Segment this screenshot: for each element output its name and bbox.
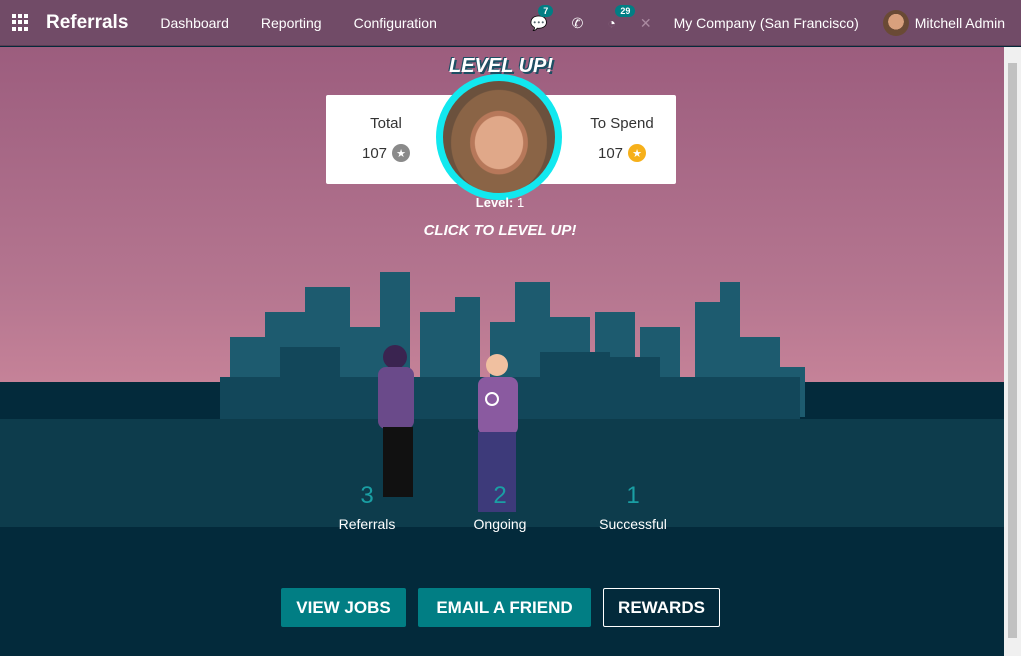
stat-successful: 1 Successful: [573, 482, 693, 532]
phone-icon[interactable]: ✆: [572, 15, 584, 32]
hooded-character: [378, 345, 414, 497]
to-spend-label: To Spend: [590, 115, 654, 132]
stat-label: Ongoing: [473, 516, 527, 532]
messages-badge: 7: [538, 4, 554, 17]
total-label: Total: [370, 115, 402, 132]
level-value: 1: [516, 195, 525, 210]
star-gold-icon: ★: [628, 144, 647, 162]
star-grey-icon: ★: [392, 144, 411, 162]
stat-value: 1: [626, 482, 640, 509]
employee-avatar[interactable]: [436, 74, 562, 200]
total-value: 107: [361, 144, 388, 162]
level-up-banner[interactable]: LEVEL UP!: [446, 55, 556, 78]
stat-value: 3: [360, 482, 374, 509]
stat-value: 2: [493, 482, 507, 509]
activities-badge: 29: [615, 5, 636, 17]
to-spend-value: 107: [597, 144, 624, 162]
app-title[interactable]: Referrals: [46, 12, 128, 34]
company-switcher[interactable]: My Company (San Francisco): [674, 15, 859, 31]
user-avatar[interactable]: [882, 10, 909, 36]
click-to-level-up[interactable]: CLICK TO LEVEL UP!: [400, 222, 600, 239]
debug-tools-icon[interactable]: ✕: [640, 15, 652, 32]
level-label: Level:: [475, 195, 514, 210]
menu-reporting[interactable]: Reporting: [245, 15, 338, 31]
rewards-button[interactable]: REWARDS: [603, 588, 720, 627]
menu-configuration[interactable]: Configuration: [338, 15, 453, 31]
user-menu[interactable]: Mitchell Admin: [915, 15, 1005, 31]
email-friend-button[interactable]: EMAIL A FRIEND: [418, 588, 591, 627]
level-indicator: Level: 1: [440, 195, 560, 210]
stat-label: Successful: [599, 516, 667, 532]
messages-icon[interactable]: 💬 7: [530, 4, 554, 32]
top-navbar: Referrals Dashboard Reporting Configurat…: [0, 0, 1021, 46]
to-spend-points: To Spend 107 ★: [562, 115, 682, 162]
view-jobs-button[interactable]: VIEW JOBS: [281, 588, 406, 627]
activities-icon[interactable]: ◔ 29: [607, 5, 636, 31]
vertical-scrollbar[interactable]: [1004, 47, 1021, 656]
menu-dashboard[interactable]: Dashboard: [144, 15, 245, 31]
apps-menu-icon[interactable]: [12, 13, 30, 32]
total-points: Total 107 ★: [326, 115, 446, 162]
scrollbar-thumb[interactable]: [1008, 63, 1017, 638]
stat-label: Referrals: [338, 516, 396, 532]
referral-dashboard: Total 107 ★ To Spend 107 ★ LEVEL UP! Level…: [0, 47, 1004, 656]
stat-referrals: 3 Referrals: [307, 482, 427, 532]
stat-ongoing: 2 Ongoing: [440, 482, 560, 532]
